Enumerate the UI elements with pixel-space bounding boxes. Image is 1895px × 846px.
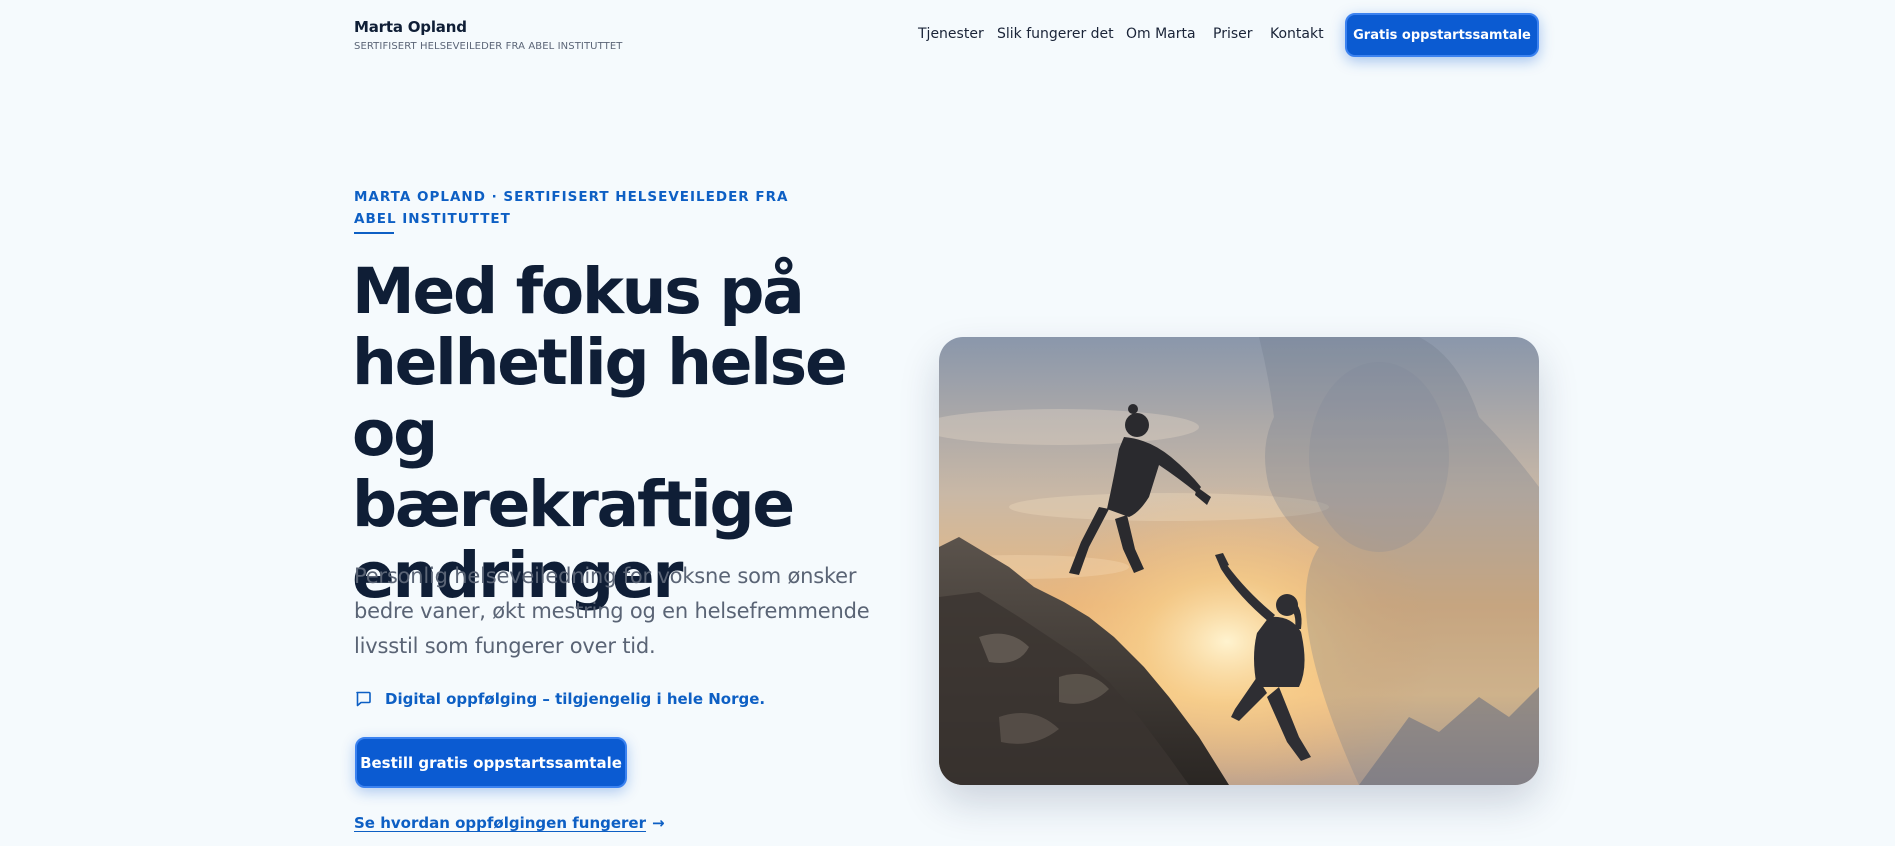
arrow-right-icon: →	[652, 814, 665, 832]
brand-name[interactable]: Marta Opland	[354, 18, 622, 36]
header-cta-button[interactable]: Gratis oppstartssamtale	[1345, 13, 1539, 57]
how-it-works-link-label: Se hvordan oppfølgingen fungerer	[354, 814, 647, 832]
nav-link-slik-fungerer-det[interactable]: Slik fungerer det	[997, 26, 1114, 42]
digital-note-text: Digital oppfølging – tilgjengelig i hele…	[385, 690, 766, 708]
hero-lead: Personlig helseveiledning for voksne som…	[354, 564, 870, 658]
chat-bubble-icon	[354, 690, 372, 708]
brand-subtitle: SERTIFISERT HELSEVEILEDER FRA ABEL INSTI…	[354, 41, 623, 52]
nav-link-om-marta[interactable]: Om Marta	[1126, 26, 1196, 42]
brand[interactable]: Marta Opland SERTIFISERT HELSEVEILEDER F…	[354, 18, 622, 52]
site-header: Marta Opland SERTIFISERT HELSEVEILEDER F…	[0, 0, 1895, 72]
nav-link-priser[interactable]: Priser	[1213, 26, 1253, 42]
book-consultation-button[interactable]: Bestill gratis oppstartssamtale	[355, 737, 627, 788]
eyebrow-divider	[354, 232, 394, 234]
how-it-works-link[interactable]: Se hvordan oppfølgingen fungerer →	[354, 814, 665, 832]
digital-note: Digital oppfølging – tilgjengelig i hele…	[354, 690, 765, 708]
hero-headline: Med fokus på helhetlig helse og bærekraf…	[352, 255, 848, 612]
hero-image	[939, 337, 1539, 785]
hero-eyebrow: MARTA OPLAND · SERTIFISERT HELSEVEILEDER…	[354, 189, 789, 227]
nav-link-tjenester[interactable]: Tjenester	[918, 26, 984, 42]
nav-link-kontakt[interactable]: Kontakt	[1270, 26, 1324, 42]
